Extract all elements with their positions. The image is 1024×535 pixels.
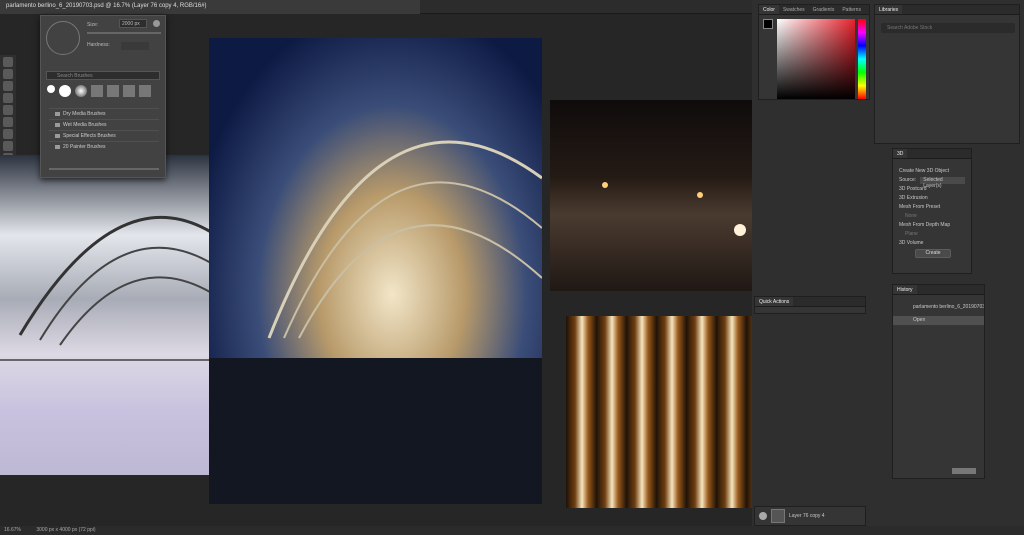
libraries-search-input[interactable]: Search Adobe Stock <box>881 23 1015 33</box>
create-button[interactable]: Create <box>915 249 951 258</box>
document-tab[interactable]: parlamento berlino_6_20190703.psd @ 16.7… <box>0 0 420 14</box>
size-slider[interactable] <box>87 32 161 34</box>
brush-tip[interactable] <box>75 85 87 97</box>
color-panel: Color Swatches Gradients Patterns <box>758 4 870 100</box>
source-label: Source: <box>899 177 917 183</box>
tab-swatches[interactable]: Swatches <box>779 5 809 14</box>
brush-folder[interactable]: Wet Media Brushes <box>49 119 159 130</box>
option-3d-volume[interactable]: 3D Volume <box>893 239 971 248</box>
size-value[interactable]: 2000 px <box>119 19 147 28</box>
crop-tool-icon[interactable] <box>3 105 13 115</box>
quick-select-tool-icon[interactable] <box>3 93 13 103</box>
tab-gradients[interactable]: Gradients <box>809 5 839 14</box>
brush-search-input[interactable]: Search Brushes <box>46 71 160 80</box>
tab-patterns[interactable]: Patterns <box>838 5 865 14</box>
3d-panel: 3D Create New 3D Object Source: Selected… <box>892 148 972 274</box>
tab-quick-actions[interactable]: Quick Actions <box>755 297 794 306</box>
dome-glass-graphic <box>209 140 542 504</box>
quick-actions-panel: Quick Actions <box>754 296 866 314</box>
gear-icon[interactable] <box>153 20 160 27</box>
option-3d-postcard[interactable]: 3D Postcard <box>893 185 971 194</box>
color-field[interactable] <box>777 19 855 99</box>
foreground-color-swatch[interactable] <box>763 19 773 29</box>
history-actions-icons[interactable] <box>952 468 976 474</box>
layers-panel: Layer 76 copy 4 <box>754 506 866 526</box>
history-panel: History parlamento berlino_6_20190703...… <box>892 284 985 479</box>
status-bar: 16.67% 3000 px x 4000 px (72 ppi) <box>0 526 1024 535</box>
brush-preset-popup: Size: 2000 px Hardness: Search Brushes D… <box>40 15 166 178</box>
hardness-label: Hardness: <box>87 42 110 48</box>
brush-tip[interactable] <box>139 85 151 97</box>
photo-reichstag-dome-night <box>209 38 542 504</box>
tab-color[interactable]: Color <box>759 5 779 14</box>
brush-tip[interactable] <box>123 85 135 97</box>
brush-angle-preview[interactable] <box>46 21 80 55</box>
healing-brush-tool-icon[interactable] <box>3 141 13 151</box>
frame-tool-icon[interactable] <box>3 117 13 127</box>
option-mesh-preset[interactable]: Mesh From Preset <box>893 203 971 212</box>
option-3d-extrusion[interactable]: 3D Extrusion <box>893 194 971 203</box>
hue-slider[interactable] <box>858 19 866 99</box>
eyedropper-tool-icon[interactable] <box>3 129 13 139</box>
brush-tip[interactable] <box>107 85 119 97</box>
tab-libraries[interactable]: Libraries <box>875 5 903 14</box>
libraries-panel: Libraries Search Adobe Stock <box>874 4 1020 144</box>
brush-tip[interactable] <box>59 85 71 97</box>
option-depth-map[interactable]: Mesh From Depth Map <box>893 221 971 230</box>
hardness-value[interactable] <box>121 42 149 50</box>
move-tool-icon[interactable] <box>3 57 13 67</box>
preset-select[interactable]: None <box>899 212 971 221</box>
brush-folder-list: Dry Media Brushes Wet Media Brushes Spec… <box>49 108 159 152</box>
brush-tip[interactable] <box>91 85 103 97</box>
tab-history[interactable]: History <box>893 285 917 294</box>
layer-thumbnail <box>771 509 785 523</box>
source-select[interactable]: Selected Layer(s) <box>920 177 965 189</box>
brush-folder[interactable]: Dry Media Brushes <box>49 108 159 119</box>
tab-3d[interactable]: 3D <box>893 149 908 158</box>
brush-tip[interactable] <box>47 85 55 93</box>
brush-tips-row <box>47 85 151 97</box>
marquee-tool-icon[interactable] <box>3 69 13 79</box>
lasso-tool-icon[interactable] <box>3 81 13 91</box>
eye-icon[interactable] <box>759 512 767 520</box>
layer-name[interactable]: Layer 76 copy 4 <box>789 513 825 519</box>
history-state-open[interactable]: Open <box>893 316 984 325</box>
document-size: 3000 px x 4000 px (72 ppi) <box>36 527 96 533</box>
history-snapshot[interactable]: parlamento berlino_6_20190703... <box>893 303 984 312</box>
brush-folder[interactable]: 20 Painter Brushes <box>49 141 159 152</box>
zoom-level[interactable]: 16.67% <box>4 527 21 533</box>
brush-folder[interactable]: Special Effects Brushes <box>49 130 159 141</box>
brush-preview-slider[interactable] <box>49 168 159 170</box>
size-label: Size: <box>87 22 99 28</box>
source-row: Source: Selected Layer(s) <box>893 176 971 189</box>
depth-map-select[interactable]: Plane <box>899 230 971 239</box>
create-3d-title: Create New 3D Object <box>899 168 950 174</box>
